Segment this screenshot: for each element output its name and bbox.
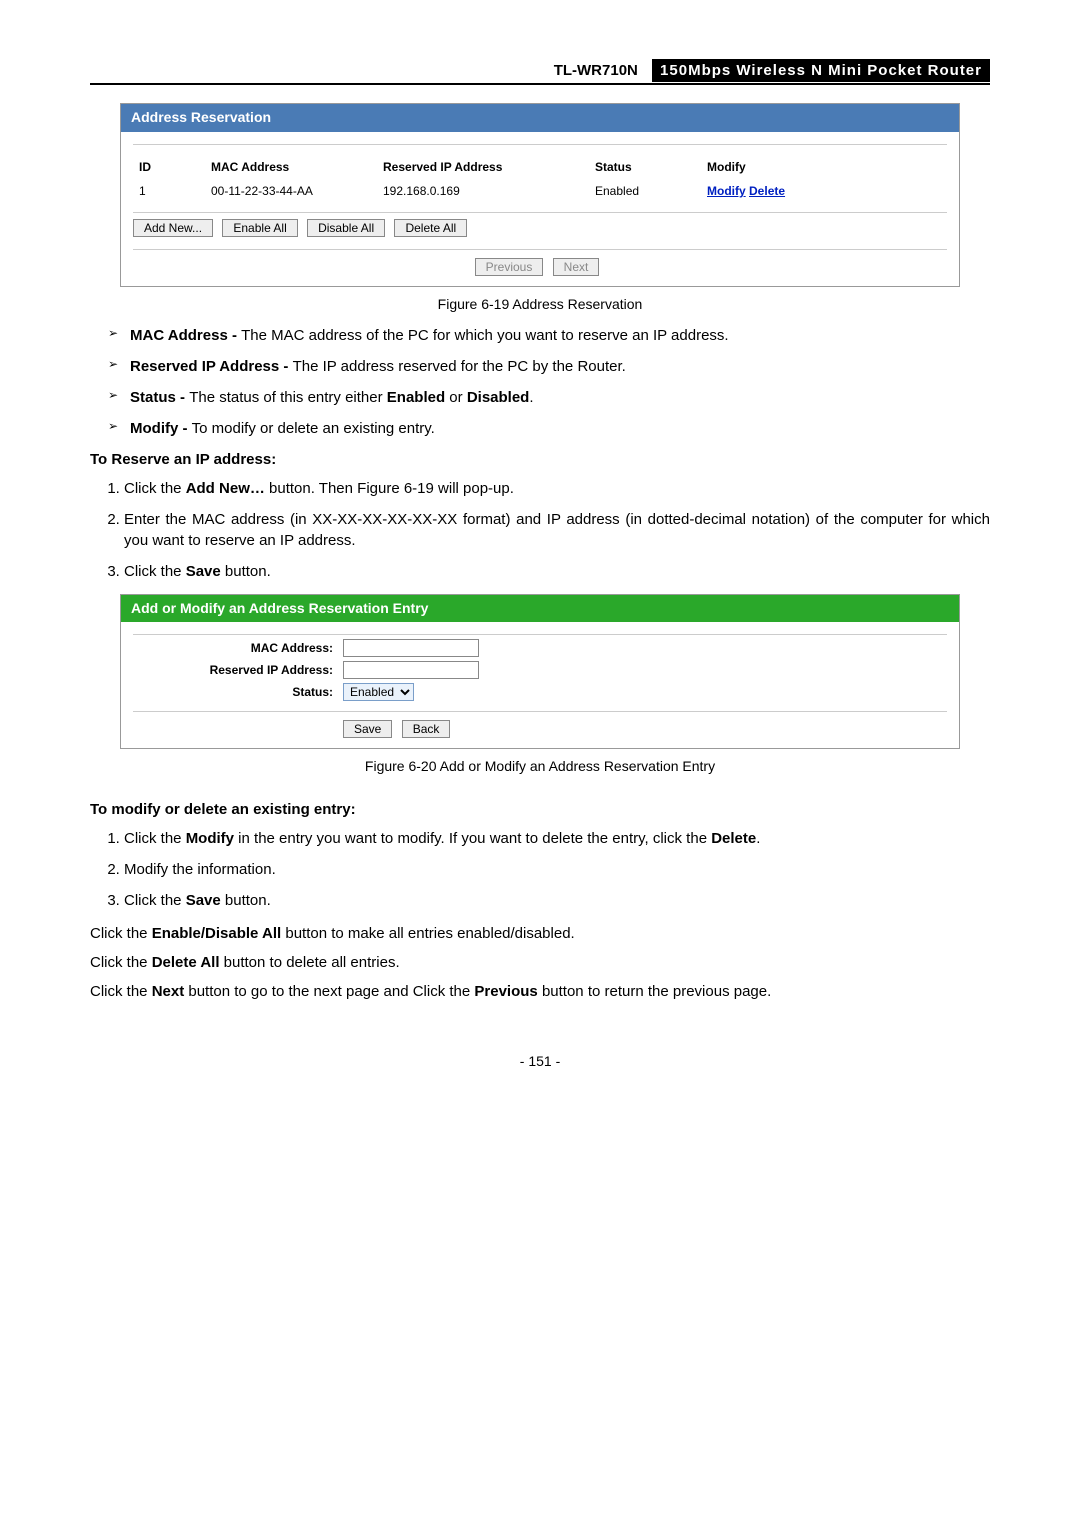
- model-label: TL-WR710N: [548, 60, 644, 81]
- table-header-row: ID MAC Address Reserved IP Address Statu…: [133, 155, 947, 180]
- status-label: Status:: [133, 684, 343, 701]
- status-select[interactable]: Enabled: [343, 683, 414, 701]
- back-button[interactable]: Back: [402, 720, 451, 738]
- ip-input[interactable]: [343, 661, 479, 679]
- mac-input[interactable]: [343, 639, 479, 657]
- table-row: 1 00-11-22-33-44-AA 192.168.0.169 Enable…: [133, 179, 947, 204]
- cell-ip: 192.168.0.169: [377, 179, 589, 204]
- figure-caption: Figure 6-20 Add or Modify an Address Res…: [90, 757, 990, 777]
- list-item: Reserved IP Address - The IP address res…: [108, 356, 990, 377]
- disable-all-button[interactable]: Disable All: [307, 219, 385, 237]
- add-modify-panel: Add or Modify an Address Reservation Ent…: [120, 594, 960, 750]
- list-item: Enter the MAC address (in XX-XX-XX-XX-XX…: [124, 509, 990, 551]
- ip-label: Reserved IP Address:: [133, 662, 343, 679]
- address-reservation-panel: Address Reservation ID MAC Address Reser…: [120, 103, 960, 287]
- header-title: 150Mbps Wireless N Mini Pocket Router: [652, 59, 990, 82]
- list-item: Status - The status of this entry either…: [108, 387, 990, 408]
- list-item: Click the Modify in the entry you want t…: [124, 828, 990, 849]
- cell-status: Enabled: [589, 179, 701, 204]
- enable-all-button[interactable]: Enable All: [222, 219, 297, 237]
- list-item: Click the Save button.: [124, 890, 990, 911]
- previous-button[interactable]: Previous: [475, 258, 544, 276]
- next-button[interactable]: Next: [553, 258, 600, 276]
- cell-id: 1: [133, 179, 205, 204]
- modify-link[interactable]: Modify: [707, 184, 746, 198]
- button-bar: Add New... Enable All Disable All Delete…: [133, 219, 947, 237]
- paragraph: Click the Delete All button to delete al…: [90, 952, 990, 973]
- reserve-steps: Click the Add New… button. Then Figure 6…: [90, 478, 990, 582]
- figure-caption: Figure 6-19 Address Reservation: [90, 295, 990, 315]
- panel-body: ID MAC Address Reserved IP Address Statu…: [121, 132, 959, 287]
- mac-label: MAC Address:: [133, 640, 343, 657]
- form-row-ip: Reserved IP Address:: [133, 661, 947, 679]
- col-mac: MAC Address: [205, 155, 377, 180]
- list-item: Modify - To modify or delete an existing…: [108, 418, 990, 439]
- col-status: Status: [589, 155, 701, 180]
- list-item: Click the Add New… button. Then Figure 6…: [124, 478, 990, 499]
- delete-all-button[interactable]: Delete All: [394, 219, 467, 237]
- col-ip: Reserved IP Address: [377, 155, 589, 180]
- modify-steps: Click the Modify in the entry you want t…: [90, 828, 990, 911]
- list-item: MAC Address - The MAC address of the PC …: [108, 325, 990, 346]
- delete-link[interactable]: Delete: [749, 184, 785, 198]
- page-number: - 151 -: [90, 1052, 990, 1072]
- save-button[interactable]: Save: [343, 720, 392, 738]
- list-item: Modify the information.: [124, 859, 990, 880]
- page-header: TL-WR710N 150Mbps Wireless N Mini Pocket…: [90, 60, 990, 85]
- panel-body: MAC Address: Reserved IP Address: Status…: [121, 622, 959, 748]
- panel-title: Add or Modify an Address Reservation Ent…: [121, 595, 959, 623]
- paragraph: Click the Enable/Disable All button to m…: [90, 923, 990, 944]
- section-heading: To modify or delete an existing entry:: [90, 799, 990, 820]
- form-row-mac: MAC Address:: [133, 639, 947, 657]
- add-new-button[interactable]: Add New...: [133, 219, 213, 237]
- form-button-bar: Save Back: [133, 711, 947, 738]
- reservation-table: ID MAC Address Reserved IP Address Statu…: [133, 155, 947, 205]
- form-row-status: Status: Enabled: [133, 683, 947, 701]
- list-item: Click the Save button.: [124, 561, 990, 582]
- pagination-bar: Previous Next: [133, 249, 947, 276]
- paragraph: Click the Next button to go to the next …: [90, 981, 990, 1002]
- col-modify: Modify: [701, 155, 947, 180]
- col-id: ID: [133, 155, 205, 180]
- panel-title: Address Reservation: [121, 104, 959, 132]
- section-heading: To Reserve an IP address:: [90, 449, 990, 470]
- cell-mac: 00-11-22-33-44-AA: [205, 179, 377, 204]
- definition-list: MAC Address - The MAC address of the PC …: [90, 325, 990, 439]
